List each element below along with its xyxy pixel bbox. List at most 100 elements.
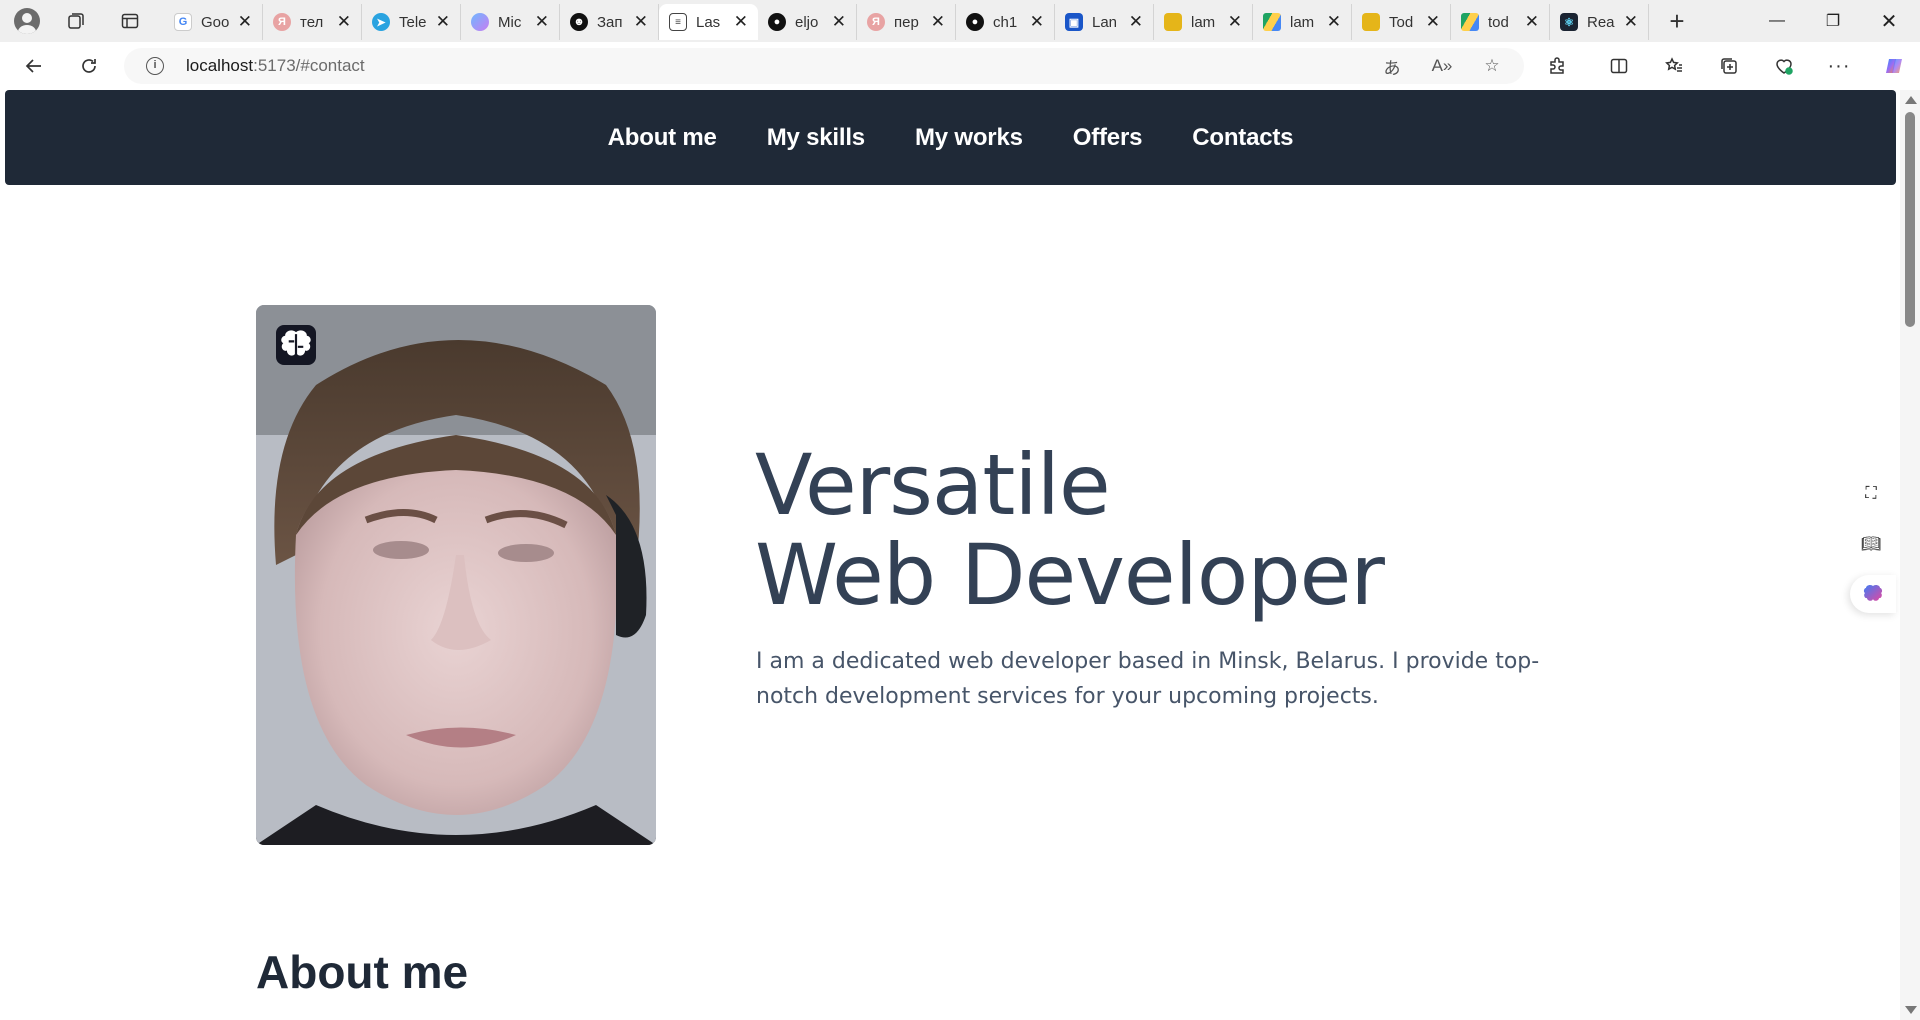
- nav-my-works[interactable]: My works: [915, 124, 1023, 152]
- profile-button[interactable]: [8, 6, 46, 36]
- copilot-icon: [471, 13, 489, 31]
- tab-title: пер: [894, 13, 919, 31]
- close-icon: ✕: [1880, 10, 1898, 33]
- nav-about-me[interactable]: About me: [608, 124, 717, 152]
- edge-sidebar: ⛶ 📖︎: [1846, 475, 1896, 625]
- tab[interactable]: lam ✕: [1154, 4, 1253, 40]
- screenshot-button[interactable]: ⛶: [1852, 475, 1890, 513]
- nav-contacts[interactable]: Contacts: [1192, 124, 1293, 152]
- favorite-star-icon[interactable]: ☆: [1479, 54, 1505, 78]
- close-icon[interactable]: ✕: [1624, 12, 1638, 32]
- reading-view-button[interactable]: 📖︎: [1852, 525, 1890, 563]
- url-text[interactable]: localhost:5173/#contact: [186, 56, 365, 76]
- close-icon[interactable]: ✕: [1030, 12, 1044, 32]
- tab[interactable]: ⚛ Rea ✕: [1550, 4, 1649, 40]
- tab-title: eljo: [795, 13, 819, 31]
- extensions-icon: [1550, 57, 1564, 74]
- page-viewport: About me My skills My works Offers Conta…: [0, 90, 1920, 1020]
- tab-title: Rea: [1587, 13, 1615, 31]
- tab-active[interactable]: ≡ Las ✕: [659, 4, 758, 40]
- hero-title-line-2: Web Developer: [755, 526, 1385, 624]
- tab[interactable]: ▣ Lan ✕: [1055, 4, 1154, 40]
- address-bar[interactable]: i localhost:5173/#contact あ A» ☆: [124, 48, 1524, 84]
- tab-actions-icon: [121, 13, 139, 29]
- split-screen-icon: [1610, 58, 1628, 74]
- url-path: :5173/#contact: [253, 56, 365, 75]
- tab[interactable]: Mic ✕: [461, 4, 560, 40]
- close-icon[interactable]: ✕: [832, 12, 846, 32]
- settings-menu-button[interactable]: ···: [1822, 51, 1856, 81]
- extensions-button[interactable]: [1540, 51, 1574, 81]
- close-icon[interactable]: ✕: [1426, 12, 1440, 32]
- close-icon[interactable]: ✕: [436, 12, 450, 32]
- site-info-icon[interactable]: i: [146, 57, 164, 75]
- back-button[interactable]: [17, 51, 51, 81]
- new-tab-button[interactable]: +: [1661, 6, 1693, 36]
- tab[interactable]: Tod ✕: [1352, 4, 1451, 40]
- close-icon[interactable]: ✕: [337, 12, 351, 32]
- site-header: About me My skills My works Offers Conta…: [5, 90, 1896, 185]
- restore-button[interactable]: ❐: [1805, 0, 1861, 42]
- copilot-sidebar-button[interactable]: [1850, 575, 1896, 613]
- close-icon[interactable]: ✕: [238, 12, 252, 32]
- refresh-button[interactable]: [72, 51, 106, 81]
- close-icon[interactable]: ✕: [931, 12, 945, 32]
- tab[interactable]: ● ch1 ✕: [956, 4, 1055, 40]
- url-host: localhost: [186, 56, 254, 75]
- tab[interactable]: ☻ Зап ✕: [560, 4, 659, 40]
- drive-icon: [1263, 13, 1281, 31]
- tab-title: Tele: [399, 13, 427, 31]
- refresh-icon: [82, 59, 96, 73]
- close-icon[interactable]: ✕: [634, 12, 648, 32]
- chatbot-icon: ☻: [570, 13, 588, 31]
- tab[interactable]: lam ✕: [1253, 4, 1352, 40]
- profile-photo: [256, 305, 656, 845]
- restore-icon: ❐: [1825, 13, 1841, 30]
- split-screen-button[interactable]: [1602, 51, 1636, 81]
- ai-brain-badge[interactable]: [276, 325, 316, 365]
- drive-icon: [1461, 13, 1479, 31]
- tab[interactable]: Япер ✕: [857, 4, 956, 40]
- close-icon[interactable]: ✕: [734, 12, 748, 32]
- tab[interactable]: Ятел ✕: [263, 4, 362, 40]
- scrollbar-thumb[interactable]: [1905, 112, 1915, 327]
- close-icon[interactable]: ✕: [1327, 12, 1341, 32]
- scroll-up-arrow-icon[interactable]: [1905, 96, 1917, 104]
- about-me-heading: About me: [256, 946, 469, 998]
- favorites-button[interactable]: [1657, 51, 1691, 81]
- page-scrollbar[interactable]: [1900, 90, 1920, 1020]
- scroll-down-arrow-icon[interactable]: [1905, 1006, 1917, 1014]
- close-icon[interactable]: ✕: [1525, 12, 1539, 32]
- close-window-button[interactable]: ✕: [1861, 0, 1917, 42]
- browser-essentials-button[interactable]: [1767, 51, 1801, 81]
- read-aloud-icon[interactable]: A»: [1429, 54, 1455, 78]
- page-icon: ≡: [669, 13, 687, 31]
- github-icon: ●: [768, 13, 786, 31]
- contact-icon: ▣: [1065, 13, 1083, 31]
- tab[interactable]: tod ✕: [1451, 4, 1550, 40]
- portrait-image: [256, 305, 656, 845]
- tab-title: lam: [1191, 13, 1216, 31]
- minimize-button[interactable]: —: [1749, 0, 1805, 42]
- collections-icon: [1721, 58, 1737, 74]
- close-icon[interactable]: ✕: [535, 12, 549, 32]
- workspaces-button[interactable]: [58, 6, 94, 36]
- translate-icon[interactable]: あ: [1379, 54, 1405, 78]
- yandex-icon: Я: [273, 13, 291, 31]
- google-icon: G: [174, 13, 192, 31]
- more-options-icon: ···: [1827, 54, 1851, 77]
- tab-title: тел: [300, 13, 324, 31]
- nav-offers[interactable]: Offers: [1073, 124, 1143, 152]
- collections-button[interactable]: [1712, 51, 1746, 81]
- tab[interactable]: G Goo ✕: [164, 4, 263, 40]
- tab[interactable]: ● eljo ✕: [758, 4, 857, 40]
- copilot-button[interactable]: [1877, 51, 1911, 81]
- tab-title: Mic: [498, 13, 522, 31]
- vertical-tabs-button[interactable]: [112, 6, 148, 36]
- nav-my-skills[interactable]: My skills: [767, 124, 865, 152]
- tab[interactable]: ➤ Tele ✕: [362, 4, 461, 40]
- telegram-icon: ➤: [372, 13, 390, 31]
- tab-title: tod: [1488, 13, 1509, 31]
- close-icon[interactable]: ✕: [1228, 12, 1242, 32]
- close-icon[interactable]: ✕: [1129, 12, 1143, 32]
